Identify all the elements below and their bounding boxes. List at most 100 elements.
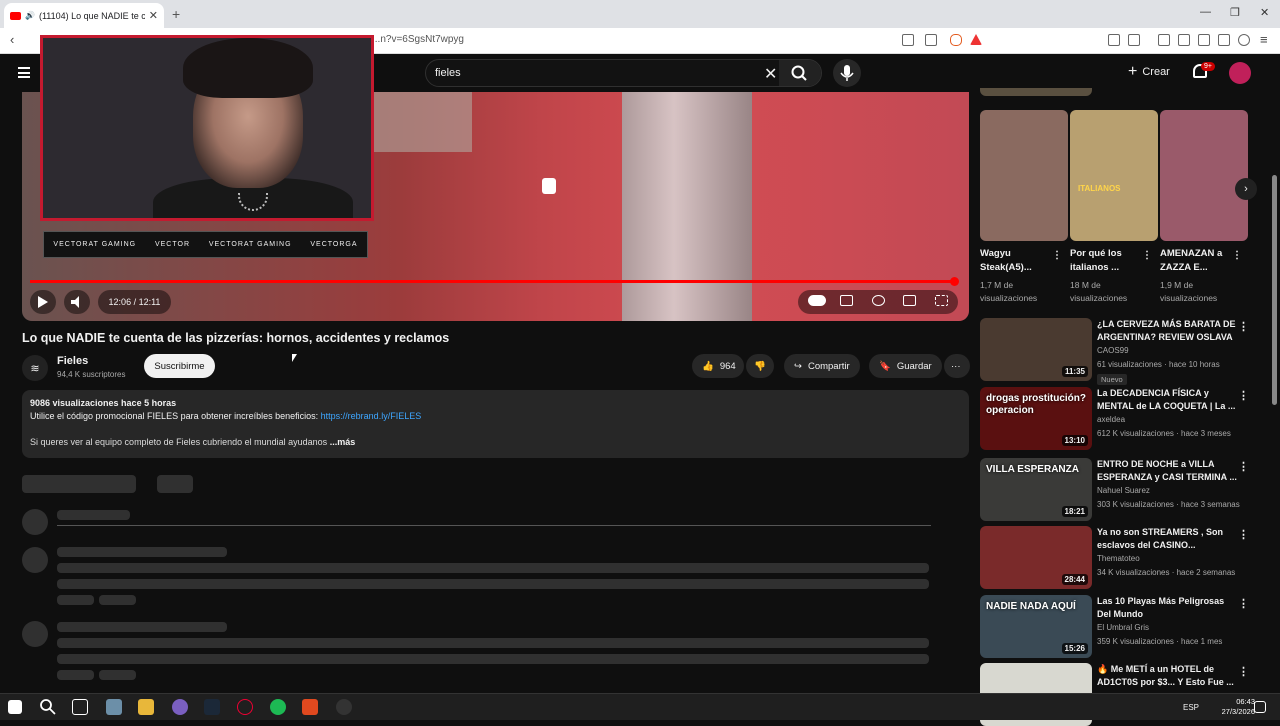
create-button[interactable]: + Crear <box>1128 63 1170 81</box>
back-icon[interactable]: ‹ <box>10 32 14 47</box>
opera-icon[interactable] <box>237 699 253 715</box>
video-title[interactable]: ¿LA CERVEZA MÁS BARATA DE ARGENTINA? REV… <box>1097 318 1237 344</box>
share-button[interactable]: ↪ Compartir <box>784 354 860 378</box>
like-button[interactable]: 👍 964 <box>692 354 744 378</box>
show-more-link[interactable]: ...más <box>330 437 356 447</box>
video-title[interactable]: Las 10 Playas Más Peligrosas Del Mundo <box>1097 595 1237 621</box>
short-title[interactable]: AMENAZAN a ZAZZA E... <box>1160 247 1232 275</box>
short-thumbnail[interactable] <box>980 110 1068 241</box>
new-tab-icon[interactable]: + <box>172 6 180 22</box>
video-thumbnail[interactable]: 28:44 <box>980 526 1092 589</box>
shorts-next-button[interactable]: › <box>1235 178 1257 200</box>
more-options-icon[interactable]: ⋮ <box>1238 597 1249 610</box>
search-input[interactable]: fieles <box>435 67 461 79</box>
account-avatar[interactable] <box>1229 62 1251 84</box>
page-scrollbar[interactable] <box>1272 175 1277 405</box>
media-icon[interactable] <box>1158 34 1170 46</box>
more-options-icon[interactable]: ⋮ <box>1238 665 1249 678</box>
minimize-icon[interactable]: — <box>1200 6 1211 18</box>
url-field[interactable]: ...n?v=6SgsNt7wpyg <box>372 34 464 45</box>
video-title[interactable]: La DECADENCIA FÍSICA y MENTAL de LA COQU… <box>1097 387 1237 413</box>
close-tab-icon[interactable]: ✕ <box>149 9 158 22</box>
brave-rewards-icon[interactable] <box>970 34 982 45</box>
recommended-video[interactable]: 28:44 Ya no son STREAMERS , Son esclavos … <box>980 526 1270 589</box>
notification-center-icon[interactable] <box>1254 701 1266 713</box>
brave-shields-icon[interactable] <box>950 34 962 46</box>
dislike-button[interactable]: 👎 <box>746 354 774 378</box>
more-options-icon[interactable]: ⋮ <box>1238 320 1249 333</box>
video-thumbnail[interactable]: drogas prostitución? operacion 13:10 <box>980 387 1092 450</box>
subscribe-button[interactable]: Suscribirme <box>144 354 215 378</box>
vpn-icon[interactable] <box>1238 34 1250 46</box>
subtitles-icon[interactable] <box>840 295 853 306</box>
promo-link[interactable]: https://rebrand.ly/FIELES <box>321 411 422 421</box>
video-thumbnail[interactable]: VILLA ESPERANZA 18:21 <box>980 458 1092 521</box>
taskbar-search-icon[interactable] <box>40 699 56 715</box>
more-options-icon[interactable]: ⋮ <box>1238 460 1249 473</box>
video-title[interactable]: ENTRO DE NOCHE a VILLA ESPERANZA y CASI … <box>1097 458 1237 484</box>
more-actions-button[interactable]: ··· <box>944 354 970 378</box>
progress-scrubber[interactable] <box>950 277 959 286</box>
video-title[interactable]: 🔥 Me METÍ a un HOTEL de AD1CT0S por $3..… <box>1097 663 1237 689</box>
more-options-icon[interactable]: ⋮ <box>1238 389 1249 402</box>
miniplayer-icon[interactable] <box>903 295 916 306</box>
video-thumbnail[interactable]: NADIE NADA AQUÍ 15:26 <box>980 595 1092 658</box>
channel-name[interactable]: Thematoteo <box>1097 554 1140 563</box>
voice-search-button[interactable] <box>833 59 861 87</box>
sidebar-icon[interactable] <box>1128 34 1140 46</box>
task-view-icon[interactable] <box>72 699 88 715</box>
obs-icon[interactable] <box>336 699 352 715</box>
search-box[interactable]: fieles ✕ <box>425 59 822 87</box>
windows-start-icon[interactable] <box>8 700 22 714</box>
app-icon[interactable] <box>106 699 122 715</box>
close-window-icon[interactable]: ✕ <box>1260 6 1269 19</box>
browser-tab[interactable]: 🔊 (11104) Lo que NADIE te cue ✕ <box>4 3 164 28</box>
save-button[interactable]: 🔖 Guardar <box>869 354 942 378</box>
restore-icon[interactable]: ❐ <box>1230 6 1240 19</box>
short-thumbnail[interactable]: ITALIANOS <box>1070 110 1158 241</box>
short-title[interactable]: Por qué los italianos ... <box>1070 247 1142 275</box>
short-more-icon[interactable]: ⋮ <box>1232 250 1242 261</box>
channel-name[interactable]: Nahuel Suarez <box>1097 486 1150 495</box>
extensions-icon[interactable] <box>1108 34 1120 46</box>
short-thumbnail[interactable] <box>1160 110 1248 241</box>
settings-gear-icon[interactable] <box>872 295 885 306</box>
description-box[interactable]: 9086 visualizaciones hace 5 horas Utilic… <box>22 390 969 458</box>
short-title[interactable]: Wagyu Steak(A5)... <box>980 247 1052 275</box>
steam-icon[interactable] <box>204 699 220 715</box>
clock[interactable]: 06:43 27/3/2026 <box>1222 697 1255 717</box>
clear-search-icon[interactable]: ✕ <box>764 64 777 84</box>
cast-icon[interactable] <box>902 34 914 46</box>
file-explorer-icon[interactable] <box>138 699 154 715</box>
channel-name[interactable]: axeldea <box>1097 415 1125 424</box>
hamburger-menu-icon[interactable] <box>18 67 30 78</box>
play-button[interactable] <box>30 290 56 314</box>
reader-icon[interactable] <box>1178 34 1190 46</box>
recommended-video[interactable]: drogas prostitución? operacion 13:10 La DE… <box>980 387 1270 450</box>
wallet-icon[interactable] <box>1198 34 1210 46</box>
short-more-icon[interactable]: ⋮ <box>1052 250 1062 261</box>
language-indicator[interactable]: ESP <box>1183 703 1199 712</box>
short-more-icon[interactable]: ⋮ <box>1142 250 1152 261</box>
recommended-video[interactable]: 11:35 ¿LA CERVEZA MÁS BARATA DE ARGENTINA… <box>980 318 1270 385</box>
fullscreen-icon[interactable] <box>935 295 948 306</box>
video-thumbnail[interactable]: 11:35 <box>980 318 1092 381</box>
brave-icon[interactable] <box>302 699 318 715</box>
channel-name[interactable]: CAOS99 <box>1097 346 1129 355</box>
progress-bar[interactable] <box>30 280 955 283</box>
share-icon[interactable] <box>925 34 937 46</box>
autoplay-toggle-icon[interactable] <box>808 295 826 306</box>
recommended-video[interactable]: VILLA ESPERANZA 18:21 ENTRO DE NOCHE a VIL… <box>980 458 1270 521</box>
spotify-icon[interactable] <box>270 699 286 715</box>
discord-icon[interactable] <box>172 699 188 715</box>
mute-button[interactable] <box>64 290 90 314</box>
more-options-icon[interactable]: ⋮ <box>1238 528 1249 541</box>
menu-icon[interactable]: ≡ <box>1260 32 1268 47</box>
channel-avatar[interactable]: ≋ <box>22 355 48 381</box>
video-title[interactable]: Ya no son STREAMERS , Son esclavos del C… <box>1097 526 1237 552</box>
recommended-video[interactable]: NADIE NADA AQUÍ 15:26 Las 10 Playas Más Pe… <box>980 595 1270 658</box>
channel-name[interactable]: El Umbral Gris <box>1097 623 1149 632</box>
channel-name[interactable]: Fieles <box>57 355 88 367</box>
leo-icon[interactable] <box>1218 34 1230 46</box>
search-button[interactable] <box>779 60 821 86</box>
